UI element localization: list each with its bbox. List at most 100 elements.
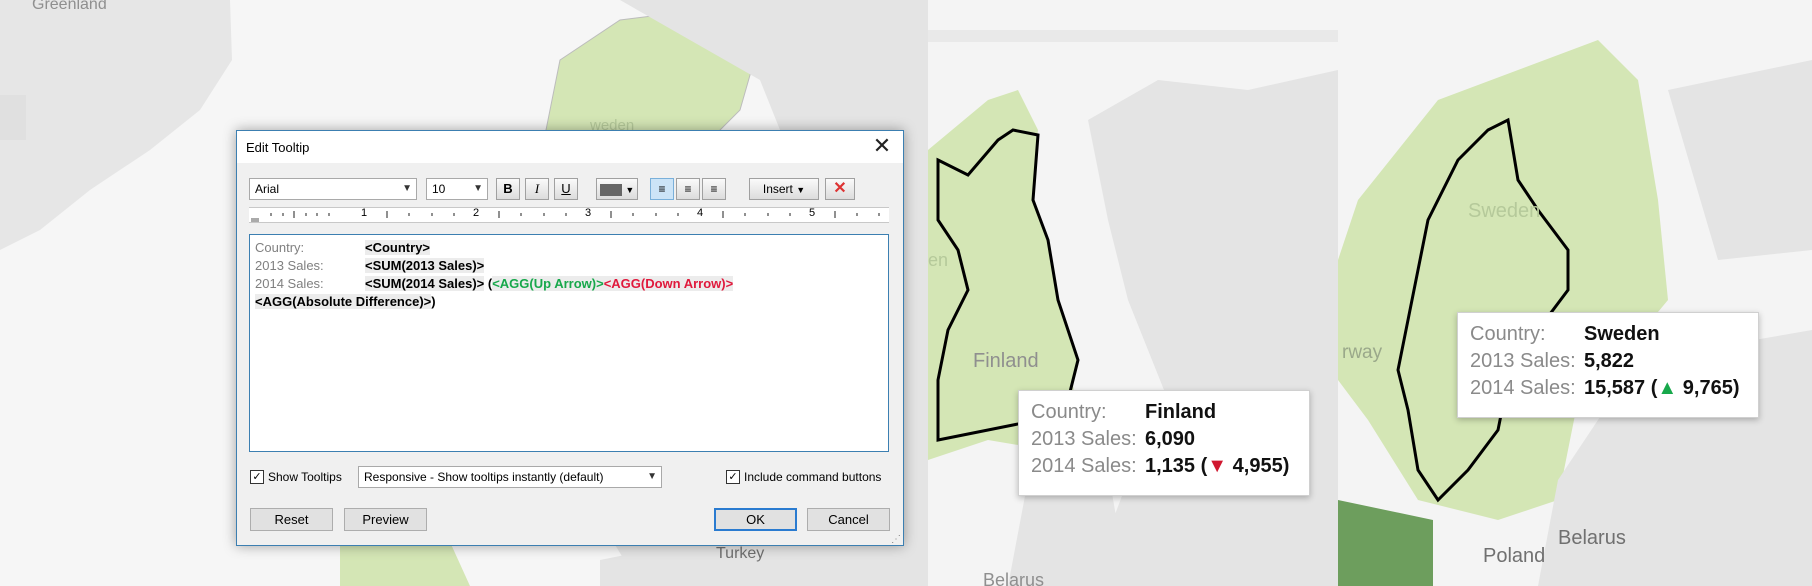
ruler-ticks xyxy=(251,211,880,222)
tooltip-label: 2013 Sales: xyxy=(1470,350,1576,372)
tooltip-diff-value: 4,955 xyxy=(1232,455,1283,477)
ruler-number: 1 xyxy=(361,207,368,219)
clear-icon: ✕ xyxy=(833,180,847,197)
map-finland xyxy=(928,0,1338,586)
align-center-icon: ≡ xyxy=(684,182,692,196)
chevron-down-icon: ▼ xyxy=(473,183,483,194)
field-sum-2014: <SUM(2014 Sales)> xyxy=(365,276,485,291)
font-size-value: 10 xyxy=(432,182,446,196)
show-tooltips-checkbox[interactable]: ✓ xyxy=(250,470,264,484)
tooltip-country-value: Finland xyxy=(1145,401,1217,423)
include-command-buttons-checkbox[interactable]: ✓ xyxy=(726,470,740,484)
tooltip-sweden: Country: Sweden 2013 Sales: 5,822 2014 Sal… xyxy=(1457,312,1759,418)
paren-close: ) xyxy=(431,294,436,309)
reset-button[interactable]: Reset xyxy=(250,508,333,531)
editor-label-2013: 2013 Sales: xyxy=(255,258,324,273)
map-label-turkey: Turkey xyxy=(716,545,765,562)
font-color-button[interactable]: ▼ xyxy=(596,178,638,200)
map-label-greenland: Greenland xyxy=(32,0,107,13)
field-up-arrow: <AGG(Up Arrow)> xyxy=(492,276,604,291)
tooltip-row-2013: 2013 Sales: 5,822 xyxy=(1470,350,1634,373)
editor-line: Country: <Country> xyxy=(255,239,431,257)
map-label-belarus: Belarus xyxy=(983,570,1045,586)
tooltip-label: 2014 Sales: xyxy=(1031,455,1137,477)
editor-label-country: Country: xyxy=(255,240,305,255)
paren-close: ) xyxy=(1282,455,1290,477)
underline-button[interactable]: U xyxy=(554,178,578,200)
align-right-button[interactable]: ≡ xyxy=(702,178,726,200)
tooltip-row-country: Country: Finland xyxy=(1031,401,1216,424)
tooltip-text-editor[interactable]: Country: <Country> 2013 Sales: <SUM(2013 S… xyxy=(249,234,889,452)
edit-tooltip-dialog: Edit Tooltip ✕ Arial ▼ 10 ▼ B I U ▼ ≡ ≡ … xyxy=(236,130,904,546)
map-panel-sweden: Sweden rway Poland Belarus xyxy=(1338,0,1812,586)
map-label-poland: Poland xyxy=(1483,545,1546,567)
show-tooltips-label: Show Tooltips xyxy=(268,470,342,484)
tooltip-row-2013: 2013 Sales: 6,090 xyxy=(1031,428,1195,451)
chevron-down-icon: ▼ xyxy=(625,185,635,195)
editor-line: <AGG(Absolute Difference)>) xyxy=(255,293,436,311)
tooltip-country-value: Sweden xyxy=(1584,323,1660,345)
chevron-down-icon: ▼ xyxy=(647,471,657,482)
field-down-arrow: <AGG(Down Arrow)> xyxy=(603,276,734,291)
tooltip-row-2014: 2014 Sales: 1,135 (▼ 4,955) xyxy=(1031,455,1289,478)
include-command-buttons-label: Include command buttons xyxy=(744,470,882,484)
tooltip-row-country: Country: Sweden xyxy=(1470,323,1660,346)
dialog-titlebar: Edit Tooltip ✕ xyxy=(237,131,903,163)
tooltip-diff-value: 9,765 xyxy=(1682,377,1733,399)
map-label-sweden: Sweden xyxy=(1468,200,1541,222)
tooltip-2013-value: 5,822 xyxy=(1584,350,1635,372)
tooltip-2013-value: 6,090 xyxy=(1145,428,1196,450)
cancel-button[interactable]: Cancel xyxy=(807,508,890,531)
align-right-icon: ≡ xyxy=(710,182,718,196)
field-country: <Country> xyxy=(365,240,431,255)
map-label-belarus: Belarus xyxy=(1558,527,1626,549)
ruler-number: 5 xyxy=(809,207,816,219)
color-swatch-icon xyxy=(599,183,622,196)
field-sum-2013: <SUM(2013 Sales)> xyxy=(365,258,485,273)
tooltip-row-2014: 2014 Sales: 15,587 (▲ 9,765) xyxy=(1470,377,1740,400)
up-arrow-icon: ▲ xyxy=(1657,377,1678,399)
tooltip-label: 2013 Sales: xyxy=(1031,428,1137,450)
resize-grip-icon[interactable]: ⋰ xyxy=(891,534,901,545)
align-center-button[interactable]: ≡ xyxy=(676,178,700,200)
clear-formatting-button[interactable]: ✕ xyxy=(825,178,855,200)
ruler-number: 3 xyxy=(585,207,592,219)
ruler-indent-marker xyxy=(251,218,259,222)
map-label-finland: Finland xyxy=(973,350,1039,372)
tooltip-label: Country: xyxy=(1031,401,1107,423)
bold-button[interactable]: B xyxy=(496,178,520,200)
chevron-down-icon: ▼ xyxy=(796,185,806,195)
italic-button[interactable]: I xyxy=(525,178,549,200)
paren-close: ) xyxy=(1732,377,1740,399)
map-sweden xyxy=(1338,0,1812,586)
editor-line: 2014 Sales: <SUM(2014 Sales)> (<AGG(Up Ar… xyxy=(255,275,734,293)
tooltip-mode-value: Responsive - Show tooltips instantly (de… xyxy=(364,470,604,484)
font-family-select[interactable]: Arial ▼ xyxy=(249,178,417,200)
preview-button[interactable]: Preview xyxy=(344,508,427,531)
map-label-sweden-edge: en xyxy=(928,250,949,270)
align-left-icon: ≡ xyxy=(658,182,666,196)
map-label-norway: rway xyxy=(1342,342,1383,363)
font-size-select[interactable]: 10 ▼ xyxy=(426,178,488,200)
editor-label-2014: 2014 Sales: xyxy=(255,276,324,291)
insert-label: Insert xyxy=(762,182,793,196)
ruler-number: 2 xyxy=(473,207,480,219)
ok-button[interactable]: OK xyxy=(714,508,797,531)
ruler: 1 2 3 4 5 xyxy=(249,207,889,223)
tooltip-mode-select[interactable]: Responsive - Show tooltips instantly (de… xyxy=(358,466,662,488)
tooltip-2014-value: 1,135 xyxy=(1145,455,1196,477)
dialog-title: Edit Tooltip xyxy=(246,140,310,155)
tooltip-2014-value: 15,587 xyxy=(1584,377,1646,399)
field-absolute-difference: <AGG(Absolute Difference)> xyxy=(255,294,432,309)
tooltip-label: 2014 Sales: xyxy=(1470,377,1576,399)
font-family-value: Arial xyxy=(255,182,280,196)
align-left-button[interactable]: ≡ xyxy=(650,178,674,200)
chevron-down-icon: ▼ xyxy=(402,183,412,194)
ruler-number: 4 xyxy=(697,207,704,219)
tooltip-finland: Country: Finland 2013 Sales: 6,090 2014 Sa… xyxy=(1018,390,1310,496)
close-icon[interactable]: ✕ xyxy=(869,135,895,159)
map-panel-finland: Finland Belarus en xyxy=(928,0,1338,586)
tooltip-label: Country: xyxy=(1470,323,1546,345)
insert-button[interactable]: Insert ▼ xyxy=(749,178,819,200)
down-arrow-icon: ▼ xyxy=(1207,455,1228,477)
